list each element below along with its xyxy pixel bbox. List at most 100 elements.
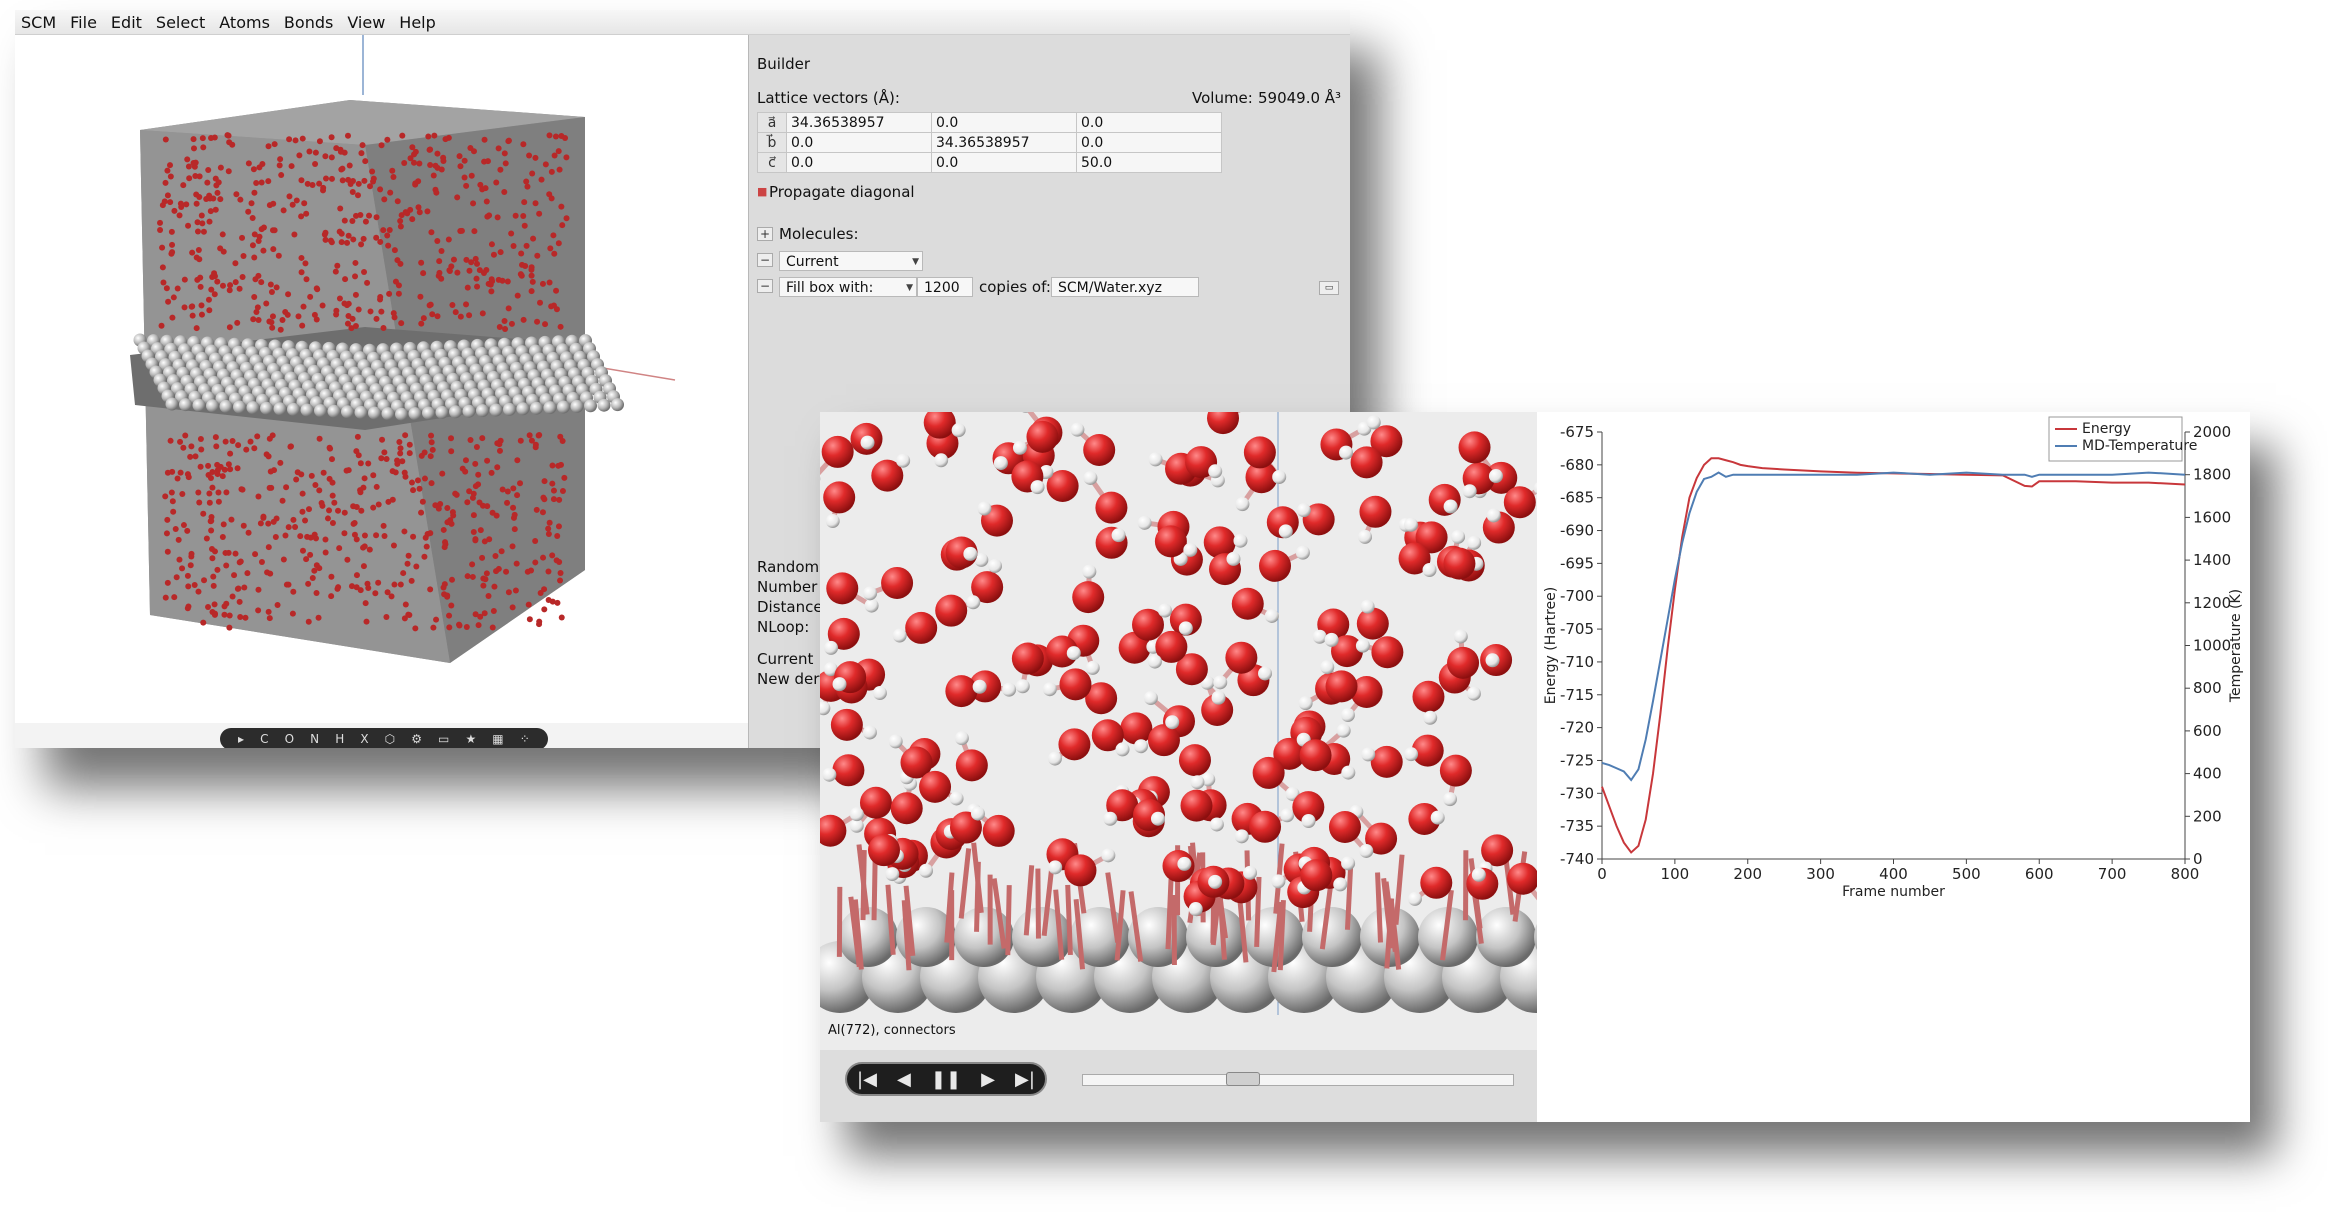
water-o [227,466,234,473]
al-atom [246,401,260,415]
menu-atoms[interactable]: Atoms [219,13,270,32]
vector-c-z[interactable]: 50.0 [1076,152,1222,173]
pause-icon[interactable]: ❚❚ [931,1069,961,1090]
vector-a-z[interactable]: 0.0 [1076,112,1222,133]
molecule-source-select[interactable]: Current ▼ [779,251,923,271]
molecule-file-input[interactable]: SCM/Water.xyz [1051,277,1199,297]
water-o [169,314,176,321]
frame-slider[interactable] [1082,1072,1514,1086]
skip-to-start-icon[interactable]: |◀ [857,1069,877,1090]
water-o [329,492,336,499]
menu-select[interactable]: Select [156,13,205,32]
water-o [303,276,310,283]
copies-input[interactable]: 1200 [917,277,973,297]
water-o [370,175,377,182]
water-o [327,237,334,244]
hydrogen-atom [1471,867,1486,882]
fill-mode-select[interactable]: Fill box with: ▼ [779,277,917,297]
water-o [373,483,380,490]
menu-view[interactable]: View [347,13,385,32]
vector-b-z[interactable]: 0.0 [1076,132,1222,153]
propagate-diagonal-label: Propagate diagonal [769,183,915,201]
box-icon[interactable]: ▭ [438,732,449,746]
vector-a-y[interactable]: 0.0 [931,112,1077,133]
grid-icon[interactable]: ▦ [492,732,503,746]
select-tool-icon[interactable]: ▸ [238,732,244,746]
gear-icon[interactable]: ⚙ [411,732,422,746]
nitrogen-tool[interactable]: N [310,732,319,746]
hydrogen-atom [888,734,903,749]
menu-help[interactable]: Help [399,13,435,32]
hydrogen-tool[interactable]: H [335,732,344,746]
remove-fill-button[interactable]: − [757,279,773,293]
water-o [494,464,501,471]
menu-bonds[interactable]: Bonds [284,13,333,32]
water-o [234,465,241,472]
water-o [167,173,174,180]
water-o [357,211,364,218]
water-o [251,189,258,196]
hydrogen-atom [963,546,978,561]
3d-viewport[interactable] [15,35,748,723]
water-o [245,208,252,215]
water-o [344,239,351,246]
menu-scm[interactable]: SCM [21,13,56,32]
hydrogen-atom [1082,564,1097,579]
hydrogen-atom [820,701,831,716]
remove-current-button[interactable]: − [757,253,773,267]
element-x-tool[interactable]: X [360,732,368,746]
star-icon[interactable]: ★ [465,732,476,746]
water-o [395,290,402,297]
vector-c-y[interactable]: 0.0 [931,152,1077,173]
water-o [179,490,186,497]
menu-edit[interactable]: Edit [111,13,142,32]
water-o [282,532,289,539]
water-o [239,273,246,280]
hydrogen-atom [993,456,1008,471]
ring-icon[interactable]: ⬡ [385,732,395,746]
water-o [169,241,176,248]
water-o [557,433,564,440]
water-o [290,516,297,523]
vector-c-x[interactable]: 0.0 [786,152,932,173]
vector-a-x[interactable]: 34.36538957 [786,112,932,133]
frame-slider-thumb[interactable] [1226,1072,1261,1086]
water-o [470,148,477,155]
water-o [226,324,233,331]
oxygen-atom [1443,547,1476,580]
dots-icon[interactable]: ⁘ [520,732,530,746]
water-o [339,177,346,184]
water-o [416,160,423,167]
step-back-icon[interactable]: ◀ [897,1069,911,1090]
skip-to-end-icon[interactable]: ▶| [1015,1069,1035,1090]
add-molecule-button[interactable]: + [757,227,773,241]
oxygen-atom [890,792,923,825]
water-o [279,317,286,324]
propagate-checkbox[interactable]: ■ [757,185,767,198]
menu-file[interactable]: File [70,13,97,32]
oxygen-tool[interactable]: O [285,732,294,746]
water-o [379,436,386,443]
water-o [163,285,170,292]
water-o [540,554,547,561]
water-o [292,523,299,530]
vector-b-x[interactable]: 0.0 [786,132,932,153]
oxygen-atom [1300,859,1333,892]
x-tick-label: 200 [1733,865,1762,883]
water-o [226,612,233,619]
hydrogen-atom [934,453,949,468]
water-o [378,142,385,149]
browse-icon[interactable]: ▭ [1319,281,1339,295]
water-o [167,437,174,444]
vector-b-y[interactable]: 34.36538957 [931,132,1077,153]
water-o [519,261,526,268]
water-o [336,545,343,552]
water-o [449,576,456,583]
molecule-viewport[interactable] [820,412,1537,1015]
carbon-tool[interactable]: C [260,732,268,746]
water-o [470,200,477,207]
water-o [236,559,243,566]
player-controls: |◀ ◀ ❚❚ ▶ ▶| [845,1062,1047,1096]
water-o [409,144,416,151]
play-icon[interactable]: ▶ [981,1069,995,1090]
